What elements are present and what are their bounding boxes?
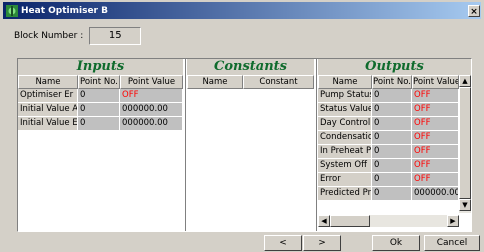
cancel-button[interactable]: Cancel — [424, 235, 480, 251]
scroll-up-icon[interactable]: ▲ — [459, 75, 471, 87]
table-row[interactable]: Optimiser Er 0 OFF — [18, 89, 183, 103]
scroll-right-icon[interactable]: ▶ — [447, 215, 459, 227]
cell-point-value: 000000.00 — [412, 187, 459, 201]
ok-button[interactable]: Ok — [372, 235, 420, 251]
cell-name: In Preheat Pe — [318, 145, 372, 159]
table-row[interactable]: Error 0 OFF — [318, 173, 471, 187]
cell-point-no: 0 — [78, 103, 120, 117]
tables-panel: Inputs Name Point No. Point Value Optimi… — [17, 58, 472, 232]
block-number-label: Block Number : — [14, 31, 84, 41]
inputs-title: Inputs — [18, 59, 183, 75]
constants-header-row: Name Constant — [187, 75, 314, 89]
cell-name: Error — [318, 173, 372, 187]
cell-point-value: OFF — [412, 159, 459, 173]
outputs-col-point-value[interactable]: Point Value — [412, 75, 459, 89]
cell-name: Initial Value E — [18, 117, 78, 131]
cell-point-no: 0 — [372, 145, 412, 159]
cell-point-value: OFF — [412, 145, 459, 159]
cell-name: Condensatio — [318, 131, 372, 145]
cell-point-no: 0 — [372, 187, 412, 201]
previous-button[interactable]: < — [264, 235, 302, 251]
table-row[interactable]: Initial Value E 0 000000.00 — [18, 117, 183, 131]
scroll-left-icon[interactable]: ◀ — [318, 215, 330, 227]
cell-point-no: 0 — [372, 89, 412, 103]
cell-name: Pump Status — [318, 89, 372, 103]
table-row[interactable]: Pump Status 0 OFF — [318, 89, 471, 103]
table-row[interactable]: In Preheat Pe 0 OFF — [318, 145, 471, 159]
table-row[interactable]: Day Control 0 OFF — [318, 117, 471, 131]
scroll-down-icon[interactable]: ▼ — [459, 199, 471, 211]
scroll-thumb[interactable] — [330, 215, 370, 227]
block-number-row: Block Number : 15 — [14, 27, 142, 45]
inputs-col-point-no[interactable]: Point No. — [78, 75, 120, 89]
table-row[interactable]: Condensatio 0 OFF — [318, 131, 471, 145]
cell-point-value: OFF — [412, 117, 459, 131]
divider — [316, 59, 317, 231]
constants-title: Constants — [187, 59, 314, 75]
cell-point-no: 0 — [372, 117, 412, 131]
cell-name: Initial Value A — [18, 103, 78, 117]
outputs-vertical-scrollbar[interactable]: ▲ ▼ — [459, 75, 471, 213]
outputs-title: Outputs — [318, 59, 471, 75]
cell-point-value: 000000.00 — [120, 117, 183, 131]
table-row[interactable]: Predicted Pre 0 000000.00 — [318, 187, 471, 201]
close-button[interactable]: × — [468, 4, 480, 17]
outputs-horizontal-scrollbar[interactable]: ◀ ▶ — [318, 215, 459, 227]
cell-point-value: 000000.00 — [120, 103, 183, 117]
outputs-col-point-no[interactable]: Point No. — [372, 75, 412, 89]
inputs-col-name[interactable]: Name — [18, 75, 78, 89]
cell-name: System Off — [318, 159, 372, 173]
cell-name: Status Value — [318, 103, 372, 117]
outputs-section: Outputs Name Point No. Point Value Pump … — [318, 59, 471, 231]
cell-point-value: OFF — [412, 173, 459, 187]
block-number-field[interactable]: 15 — [89, 27, 142, 45]
cell-name: Day Control — [318, 117, 372, 131]
cell-point-no: 0 — [372, 173, 412, 187]
inputs-col-point-value[interactable]: Point Value — [120, 75, 183, 89]
next-button[interactable]: > — [303, 235, 341, 251]
cell-point-value: OFF — [412, 131, 459, 145]
dialog-window: Heat Optimiser B × Block Number : 15 Inp… — [0, 0, 484, 252]
constants-section: Constants Name Constant — [187, 59, 314, 231]
inputs-section: Inputs Name Point No. Point Value Optimi… — [18, 59, 183, 231]
constants-col-name[interactable]: Name — [187, 75, 243, 89]
constants-col-constant[interactable]: Constant — [243, 75, 314, 89]
cell-name: Predicted Pre — [318, 187, 372, 201]
scroll-thumb[interactable] — [459, 87, 471, 199]
divider — [185, 59, 186, 231]
window-title: Heat Optimiser B — [21, 5, 108, 16]
table-row[interactable]: System Off 0 OFF — [318, 159, 471, 173]
outputs-header-row: Name Point No. Point Value — [318, 75, 471, 89]
table-row[interactable]: Status Value 0 OFF — [318, 103, 471, 117]
cell-point-no: 0 — [78, 117, 120, 131]
cell-point-value: OFF — [412, 103, 459, 117]
app-icon — [6, 4, 18, 17]
cell-name: Optimiser Er — [18, 89, 78, 103]
outputs-col-name[interactable]: Name — [318, 75, 372, 89]
cell-point-no: 0 — [372, 159, 412, 173]
cell-point-no: 0 — [372, 103, 412, 117]
title-bar[interactable]: Heat Optimiser B × — [3, 2, 481, 19]
cell-point-value: OFF — [412, 89, 459, 103]
cell-point-value: OFF — [120, 89, 183, 103]
inputs-header-row: Name Point No. Point Value — [18, 75, 183, 89]
cell-point-no: 0 — [78, 89, 120, 103]
cell-point-no: 0 — [372, 131, 412, 145]
table-row[interactable]: Initial Value A 0 000000.00 — [18, 103, 183, 117]
